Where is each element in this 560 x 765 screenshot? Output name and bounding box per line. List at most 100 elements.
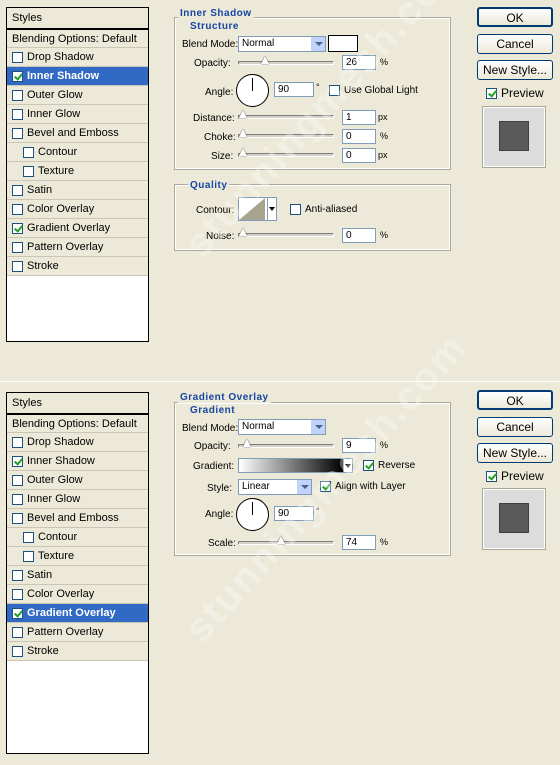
distance-input[interactable]: 1	[342, 110, 376, 125]
checkbox-icon[interactable]	[23, 531, 34, 543]
style-item[interactable]: Pattern Overlay	[7, 623, 148, 642]
style-item[interactable]: Outer Glow	[7, 471, 148, 490]
style-item[interactable]: Texture	[7, 547, 148, 566]
style-item[interactable]: Satin	[7, 181, 148, 200]
size-input[interactable]: 0	[342, 148, 376, 163]
percent-unit: %	[380, 440, 389, 450]
size-slider[interactable]	[238, 153, 334, 157]
checkbox-icon[interactable]	[12, 260, 23, 272]
ok-button[interactable]: OK	[477, 390, 553, 410]
checkbox-icon[interactable]	[23, 165, 34, 177]
style-item[interactable]: Drop Shadow	[7, 433, 148, 452]
checkbox-icon[interactable]	[12, 474, 23, 486]
checkbox-icon[interactable]	[12, 108, 23, 120]
gradient-preview[interactable]	[238, 458, 344, 473]
preview-checkbox[interactable]: Preview	[486, 86, 544, 100]
choke-input[interactable]: 0	[342, 129, 376, 144]
blend-mode-select[interactable]: Normal	[238, 419, 326, 435]
style-item[interactable]: Contour	[7, 143, 148, 162]
checkbox-icon[interactable]	[12, 51, 23, 63]
style-select[interactable]: Linear	[238, 479, 312, 495]
style-item[interactable]: Stroke	[7, 257, 148, 276]
checkbox-icon[interactable]	[12, 127, 23, 139]
styles-list-title[interactable]: Styles	[7, 393, 148, 414]
slider-thumb[interactable]	[239, 110, 248, 120]
checkbox-icon[interactable]	[12, 455, 23, 467]
style-item[interactable]: Inner Shadow	[7, 452, 148, 471]
checkbox-icon[interactable]	[12, 607, 23, 619]
checkbox-icon[interactable]	[12, 222, 23, 234]
align-with-layer-checkbox[interactable]: Align with Layer	[320, 481, 406, 492]
checkbox-icon[interactable]	[12, 241, 23, 253]
blend-mode-select[interactable]: Normal	[238, 36, 326, 52]
anti-aliased-checkbox[interactable]: Anti-aliased	[290, 204, 357, 215]
style-item[interactable]: Gradient Overlay	[7, 219, 148, 238]
checkbox-icon[interactable]	[12, 70, 23, 82]
checkbox-icon[interactable]	[12, 184, 23, 196]
ok-button[interactable]: OK	[477, 7, 553, 27]
checkbox-icon[interactable]	[12, 436, 23, 448]
checkbox-icon[interactable]	[12, 203, 23, 215]
angle-input[interactable]: 90	[274, 506, 314, 521]
scale-slider[interactable]	[238, 541, 334, 545]
style-item[interactable]: Inner Shadow	[7, 67, 148, 86]
chevron-down-icon[interactable]	[343, 458, 353, 473]
style-item[interactable]: Color Overlay	[7, 200, 148, 219]
chevron-down-icon[interactable]	[267, 197, 277, 221]
checkbox-icon[interactable]	[12, 626, 23, 638]
style-item[interactable]: Texture	[7, 162, 148, 181]
slider-thumb[interactable]	[243, 439, 252, 449]
opacity-slider[interactable]	[238, 61, 334, 65]
style-item[interactable]: Blending Options: Default	[7, 29, 148, 48]
style-item[interactable]: Inner Glow	[7, 490, 148, 509]
reverse-checkbox[interactable]: Reverse	[363, 460, 415, 471]
angle-dial[interactable]	[236, 498, 269, 531]
style-label: Style:	[207, 483, 233, 494]
slider-thumb[interactable]	[277, 536, 286, 546]
new-style-button[interactable]: New Style...	[477, 443, 553, 463]
cancel-button[interactable]: Cancel	[477, 34, 553, 54]
noise-slider[interactable]	[238, 233, 334, 237]
slider-thumb[interactable]	[239, 148, 248, 158]
angle-input[interactable]: 90	[274, 82, 314, 97]
new-style-button[interactable]: New Style...	[477, 60, 553, 80]
shadow-color-swatch[interactable]	[328, 35, 358, 52]
slider-thumb[interactable]	[261, 56, 270, 66]
choke-slider[interactable]	[238, 134, 334, 138]
slider-thumb[interactable]	[239, 228, 248, 238]
checkbox-icon[interactable]	[12, 569, 23, 581]
cancel-button[interactable]: Cancel	[477, 417, 553, 437]
checkbox-icon[interactable]	[23, 146, 34, 158]
use-global-light-label: Use Global Light	[344, 85, 418, 96]
checkbox-icon[interactable]	[12, 493, 23, 505]
style-item[interactable]: Inner Glow	[7, 105, 148, 124]
contour-picker[interactable]	[238, 197, 268, 221]
opacity-input[interactable]: 26	[342, 55, 376, 70]
style-item[interactable]: Stroke	[7, 642, 148, 661]
checkbox-icon[interactable]	[23, 550, 34, 562]
scale-input[interactable]: 74	[342, 535, 376, 550]
opacity-slider[interactable]	[238, 444, 334, 448]
style-item[interactable]: Color Overlay	[7, 585, 148, 604]
use-global-light-checkbox[interactable]: Use Global Light	[329, 85, 418, 96]
style-item[interactable]: Bevel and Emboss	[7, 124, 148, 143]
checkbox-icon[interactable]	[12, 588, 23, 600]
styles-list-title[interactable]: Styles	[7, 8, 148, 29]
preview-checkbox[interactable]: Preview	[486, 469, 544, 483]
distance-slider[interactable]	[238, 115, 334, 119]
style-item[interactable]: Gradient Overlay	[7, 604, 148, 623]
checkbox-icon[interactable]	[12, 645, 23, 657]
style-item[interactable]: Blending Options: Default	[7, 414, 148, 433]
angle-dial[interactable]	[236, 74, 269, 107]
style-item[interactable]: Contour	[7, 528, 148, 547]
slider-thumb[interactable]	[239, 129, 248, 139]
style-item[interactable]: Drop Shadow	[7, 48, 148, 67]
opacity-input[interactable]: 9	[342, 438, 376, 453]
style-item[interactable]: Bevel and Emboss	[7, 509, 148, 528]
checkbox-icon[interactable]	[12, 89, 23, 101]
style-item[interactable]: Satin	[7, 566, 148, 585]
style-item[interactable]: Outer Glow	[7, 86, 148, 105]
style-item[interactable]: Pattern Overlay	[7, 238, 148, 257]
checkbox-icon[interactable]	[12, 512, 23, 524]
noise-input[interactable]: 0	[342, 228, 376, 243]
